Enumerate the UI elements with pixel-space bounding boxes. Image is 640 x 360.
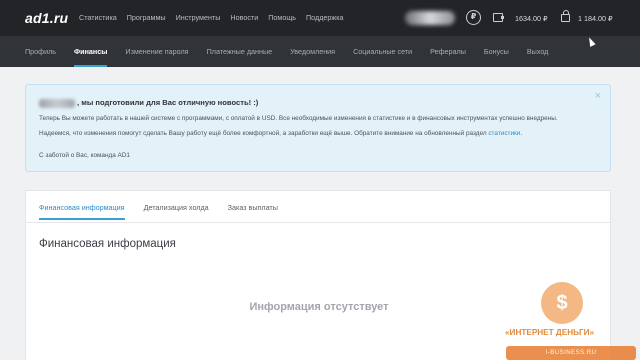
user-avatar-blurred[interactable] bbox=[405, 11, 455, 25]
alert-text-line2-suffix: . bbox=[520, 130, 523, 137]
page-title: Финансовая информация bbox=[39, 238, 176, 250]
nav-help[interactable]: Помощь bbox=[268, 13, 296, 22]
tab-payout-request[interactable]: Заказ выплаты bbox=[228, 203, 278, 212]
news-alert: × , мы подготовили для Вас отличную ново… bbox=[25, 84, 611, 172]
account-subnav: Профиль Финансы Изменение пароля Платежн… bbox=[0, 36, 640, 67]
alert-text-line2: Надеемся, что изменения помогут сделать … bbox=[39, 130, 522, 137]
subnav-change-password[interactable]: Изменение пароля bbox=[125, 47, 188, 56]
alert-title-text: , мы подготовили для Вас отличную новост… bbox=[77, 98, 259, 107]
finance-tabs: Финансовая информация Детализация холда … bbox=[39, 203, 278, 220]
nav-tools[interactable]: Инструменты bbox=[176, 13, 221, 22]
subnav-social-networks[interactable]: Социальные сети bbox=[353, 47, 412, 56]
tabs-divider bbox=[26, 222, 612, 223]
top-nav: Статистика Программы Инструменты Новости… bbox=[79, 13, 344, 22]
subnav-bonuses[interactable]: Бонусы bbox=[484, 47, 509, 56]
subnav-logout[interactable]: Выход bbox=[527, 47, 549, 56]
username-blurred bbox=[39, 98, 75, 108]
nav-support[interactable]: Поддержка bbox=[306, 13, 344, 22]
nav-programs[interactable]: Программы bbox=[127, 13, 166, 22]
alert-signature: С заботой о Вас, команда AD1 bbox=[39, 152, 130, 159]
wallet-icon bbox=[493, 13, 504, 22]
alert-text-line1: Теперь Вы можете работать в нашей систем… bbox=[39, 115, 558, 122]
nav-news[interactable]: Новости bbox=[230, 13, 258, 22]
subnav-finance[interactable]: Финансы bbox=[74, 47, 108, 67]
tab-financial-info[interactable]: Финансовая информация bbox=[39, 203, 125, 220]
hold-balance-value: 1 184.00 ₽ bbox=[578, 14, 613, 23]
lock-icon bbox=[561, 10, 570, 22]
tab-hold-details[interactable]: Детализация холда bbox=[144, 203, 209, 212]
subnav-payment-details[interactable]: Платежные данные bbox=[207, 47, 273, 56]
alert-text-line2-prefix: Надеемся, что изменения помогут сделать … bbox=[39, 130, 487, 137]
subnav-notifications[interactable]: Уведомления bbox=[290, 47, 335, 56]
nav-statistics[interactable]: Статистика bbox=[79, 13, 117, 22]
watermark-subtext: I-BUSINESS.RU bbox=[506, 346, 636, 360]
close-icon[interactable]: × bbox=[595, 90, 601, 102]
subnav-referrals[interactable]: Рефералы bbox=[430, 47, 466, 56]
watermark-text: «ИНТЕРНЕТ ДЕНЬГИ» bbox=[505, 328, 595, 337]
balance-value: 1634.00 ₽ bbox=[515, 14, 548, 23]
statistics-link[interactable]: статистики bbox=[488, 130, 520, 137]
alert-title: , мы подготовили для Вас отличную новост… bbox=[39, 98, 258, 108]
subnav-profile[interactable]: Профиль bbox=[25, 47, 56, 56]
dollar-icon: $ bbox=[541, 282, 583, 324]
logo[interactable]: ad1.ru bbox=[25, 10, 68, 26]
top-bar: ad1.ru Статистика Программы Инструменты … bbox=[0, 0, 640, 36]
ruble-icon[interactable]: ₽ bbox=[466, 10, 481, 25]
watermark: $ «ИНТЕРНЕТ ДЕНЬГИ» I-BUSINESS.RU bbox=[500, 280, 640, 360]
